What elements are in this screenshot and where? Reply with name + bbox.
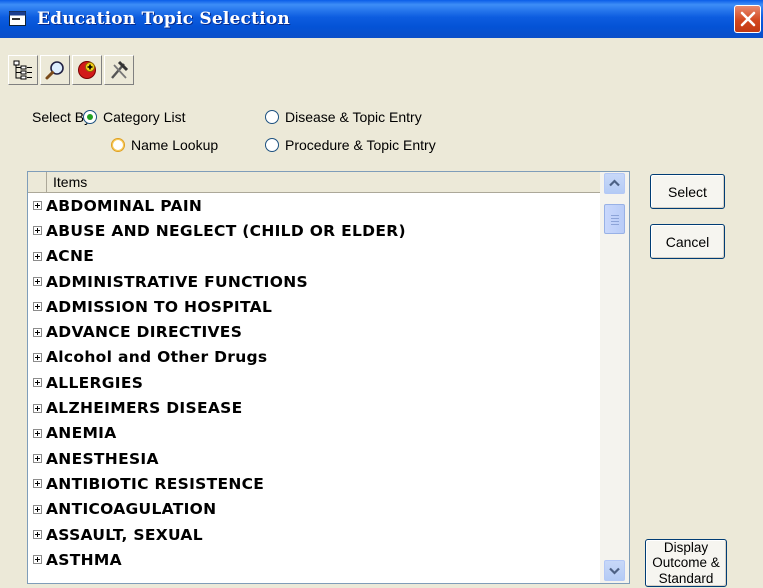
- expand-plus-icon[interactable]: [33, 226, 42, 236]
- display-outcome-standard-button[interactable]: Display Outcome & Standard: [645, 539, 727, 587]
- expand-plus-icon[interactable]: [33, 530, 42, 539]
- list-item[interactable]: ANEMIA: [28, 421, 600, 446]
- scroll-up-button[interactable]: [604, 173, 625, 194]
- tools-button[interactable]: [104, 55, 134, 85]
- list-item-label: ADMISSION TO HOSPITAL: [46, 297, 273, 316]
- list-header: Items: [28, 172, 600, 193]
- items-column-header[interactable]: Items: [47, 172, 87, 192]
- education-topic-selection-window: Education Topic Selection Select By Cate…: [0, 0, 763, 588]
- radio-disease-topic-entry[interactable]: Disease & Topic Entry: [265, 109, 422, 125]
- close-x-icon: [740, 11, 756, 27]
- expand-plus-icon[interactable]: [33, 428, 42, 438]
- expand-plus-icon[interactable]: [33, 277, 42, 287]
- list-item[interactable]: ADMISSION TO HOSPITAL: [28, 294, 600, 319]
- list-item-label: Alcohol and Other Drugs: [46, 348, 268, 367]
- expand-plus-icon[interactable]: [33, 251, 42, 261]
- radio-selected-dot: [87, 114, 93, 120]
- list-item[interactable]: ASSAULT, SEXUAL: [28, 522, 600, 547]
- radio-name-lookup[interactable]: Name Lookup: [111, 137, 218, 153]
- tools-icon: [111, 60, 129, 79]
- button-label-line: Standard: [658, 570, 714, 586]
- thumb-grip: [611, 215, 619, 216]
- search-button[interactable]: [40, 55, 70, 85]
- expand-plus-icon[interactable]: [33, 352, 42, 362]
- list-item-label: ACNE: [46, 247, 95, 266]
- expand-plus-icon[interactable]: [33, 403, 42, 413]
- expand-plus-icon[interactable]: [33, 302, 42, 312]
- expand-plus-icon[interactable]: [33, 504, 42, 514]
- scroll-thumb[interactable]: [604, 204, 625, 234]
- expand-plus-icon[interactable]: [33, 479, 42, 489]
- list-item[interactable]: ALZHEIMERS DISEASE: [28, 395, 600, 420]
- select-button[interactable]: Select: [650, 174, 725, 209]
- chevron-up-icon: [609, 179, 620, 187]
- list-item-label: ADMINISTRATIVE FUNCTIONS: [46, 272, 308, 291]
- list-item[interactable]: ANTICOAGULATION: [28, 497, 600, 522]
- tree-view-icon: [13, 60, 32, 80]
- toolbar: [8, 55, 134, 87]
- list-item[interactable]: ASTHMA: [28, 547, 600, 572]
- list-item-label: ANTIBIOTIC RESISTENCE: [46, 474, 265, 493]
- radio-label: Category List: [103, 109, 186, 125]
- list-rows: ABDOMINAL PAIN ABUSE AND NEGLECT (CHILD …: [28, 193, 600, 572]
- radio-circle[interactable]: [83, 110, 97, 124]
- list-item[interactable]: ABUSE AND NEGLECT (CHILD OR ELDER): [28, 218, 600, 243]
- list-item[interactable]: ABDOMINAL PAIN: [28, 193, 600, 218]
- list-item-label: ALLERGIES: [46, 373, 144, 392]
- list-item-label: ASSAULT, SEXUAL: [46, 525, 203, 544]
- list-item-label: ALZHEIMERS DISEASE: [46, 399, 243, 418]
- list-item[interactable]: Alcohol and Other Drugs: [28, 345, 600, 370]
- thumb-grip: [611, 218, 619, 219]
- expand-plus-icon[interactable]: [33, 555, 42, 565]
- radio-category-list[interactable]: Category List: [83, 109, 185, 125]
- tree-view-button[interactable]: [8, 55, 38, 85]
- button-label-line: Display: [663, 539, 709, 555]
- list-item[interactable]: ANESTHESIA: [28, 446, 600, 471]
- radio-circle[interactable]: [265, 138, 279, 152]
- expand-plus-icon[interactable]: [33, 201, 42, 211]
- close-button[interactable]: [734, 5, 761, 33]
- list-item[interactable]: ADVANCE DIRECTIVES: [28, 319, 600, 344]
- list-item[interactable]: ANTIBIOTIC RESISTENCE: [28, 471, 600, 496]
- list-item-label: ANTICOAGULATION: [46, 500, 217, 519]
- radio-circle[interactable]: [111, 138, 125, 152]
- header-stub: [28, 172, 47, 192]
- radio-circle[interactable]: [265, 110, 279, 124]
- list-item[interactable]: ADMINISTRATIVE FUNCTIONS: [28, 269, 600, 294]
- expand-plus-icon[interactable]: [33, 378, 42, 388]
- radio-label: Procedure & Topic Entry: [285, 137, 436, 153]
- button-label-line: Outcome &: [652, 555, 720, 571]
- list-item-label: ADVANCE DIRECTIVES: [46, 323, 243, 342]
- radio-label: Disease & Topic Entry: [285, 109, 422, 125]
- list-item-label: ANEMIA: [46, 424, 117, 443]
- thumb-grip: [611, 224, 619, 225]
- magnifier-icon: [45, 61, 64, 80]
- list-item-label: ANESTHESIA: [46, 449, 159, 468]
- radio-label: Name Lookup: [131, 137, 219, 153]
- cancel-button[interactable]: Cancel: [650, 224, 725, 259]
- list-item[interactable]: ALLERGIES: [28, 370, 600, 395]
- window-icon: [9, 11, 26, 26]
- thumb-grip: [611, 221, 619, 222]
- radio-procedure-topic-entry[interactable]: Procedure & Topic Entry: [265, 137, 436, 153]
- list-item-label: ABUSE AND NEGLECT (CHILD OR ELDER): [46, 221, 406, 240]
- vertical-scrollbar[interactable]: [600, 172, 629, 583]
- add-item-icon: [78, 61, 96, 79]
- chevron-down-icon: [609, 567, 620, 575]
- expand-plus-icon[interactable]: [33, 454, 42, 464]
- title-bar[interactable]: Education Topic Selection: [0, 0, 763, 38]
- window-title: Education Topic Selection: [37, 9, 290, 29]
- items-list[interactable]: Items ABDOMINAL PAIN ABUSE AND NEGLECT (…: [27, 171, 630, 584]
- list-item-label: ABDOMINAL PAIN: [46, 196, 203, 215]
- list-item[interactable]: ACNE: [28, 244, 600, 269]
- add-topic-button[interactable]: [72, 55, 102, 85]
- scroll-down-button[interactable]: [604, 560, 625, 581]
- expand-plus-icon[interactable]: [33, 327, 42, 337]
- list-item-label: ASTHMA: [46, 550, 122, 569]
